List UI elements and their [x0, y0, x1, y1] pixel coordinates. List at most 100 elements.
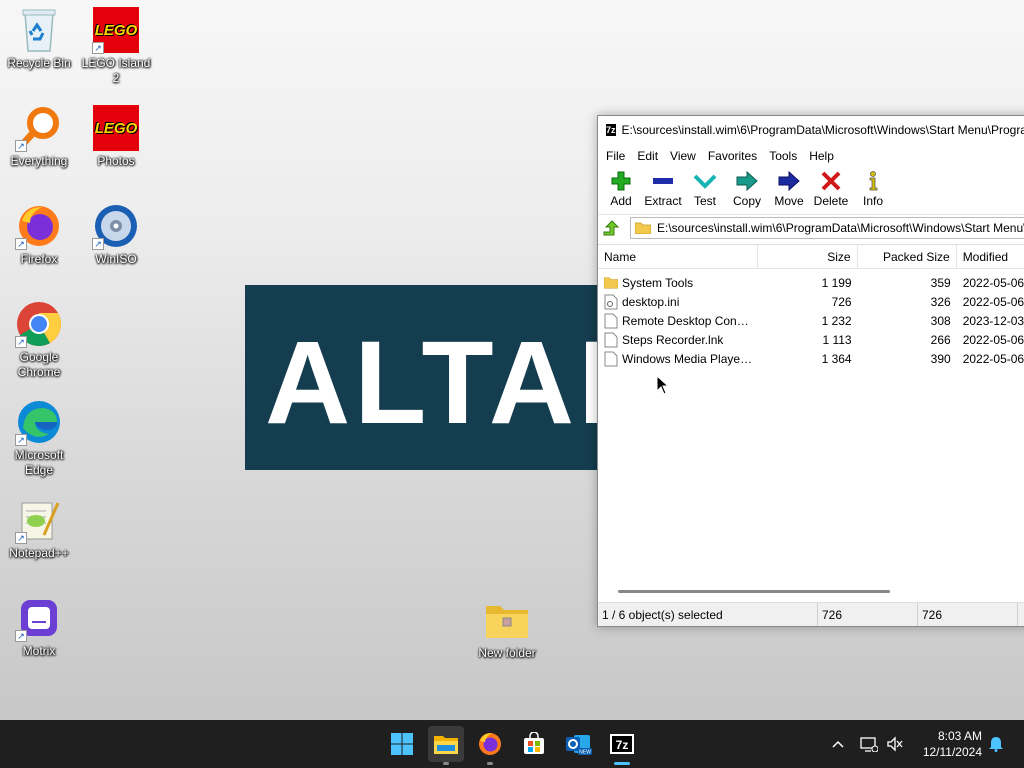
mouse-cursor-icon — [656, 375, 670, 395]
ini-file-icon — [604, 294, 618, 309]
shortcut-arrow-icon: ↗ — [92, 42, 104, 54]
desktop-icon-label: Everything — [10, 154, 68, 168]
folder-up-icon[interactable] — [602, 219, 620, 237]
desktop-icon-label: WinISO — [95, 252, 137, 266]
desktop-icon-firefox[interactable]: ↗ Firefox — [0, 202, 78, 267]
system-clock[interactable]: 8:03 AM 12/11/2024 — [912, 728, 982, 760]
taskbar-firefox[interactable] — [472, 726, 508, 765]
taskbar-outlook[interactable]: NEW — [560, 726, 596, 762]
file-name: Remote Desktop Conne... — [622, 313, 753, 328]
taskbar: NEW 7z 8:03 AM 12/11/2024 — [0, 720, 1024, 768]
desktop-icon-notepadpp[interactable]: ↗ Notepad++ — [0, 496, 78, 561]
desktop-icon-new-folder[interactable]: New folder — [468, 596, 546, 661]
status-bar: 1 / 6 object(s) selected 726 726 — [598, 602, 1024, 626]
desktop-icon-photos[interactable]: LEGO Photos — [77, 104, 155, 169]
info-label: Info — [862, 194, 883, 208]
menu-favorites[interactable]: Favorites — [702, 149, 763, 163]
file-name: desktop.ini — [622, 294, 680, 309]
running-indicator — [487, 762, 493, 765]
delete-icon — [821, 171, 841, 191]
show-hidden-icons-button[interactable] — [828, 720, 848, 768]
taskbar-7zip[interactable]: 7z — [604, 726, 640, 765]
menu-help[interactable]: Help — [803, 149, 840, 163]
desktop-icon-winiso[interactable]: ↗ WinISO — [77, 202, 155, 267]
menu-edit[interactable]: Edit — [631, 149, 664, 163]
desktop-icon-recycle-bin[interactable]: Recycle Bin — [0, 6, 78, 71]
wallpaper-banner: ALTAI — [245, 285, 605, 470]
folder-icon — [635, 222, 651, 234]
test-label: Test — [693, 194, 716, 208]
lego-icon: LEGO ↗ — [92, 6, 140, 54]
clock-time: 8:03 AM — [937, 729, 982, 743]
notification-button[interactable] — [986, 720, 1006, 768]
lego-icon: LEGO — [92, 104, 140, 152]
file-explorer-icon — [434, 736, 458, 754]
firefox-icon — [479, 733, 501, 755]
move-label: Move — [774, 194, 804, 208]
move-button[interactable]: Move — [768, 168, 810, 208]
extract-button[interactable]: Extract — [642, 168, 684, 208]
taskbar-file-explorer[interactable] — [428, 726, 464, 765]
desktop-icon-everything[interactable]: ↗ Everything — [0, 104, 78, 169]
move-icon — [778, 170, 800, 192]
network-icon — [860, 737, 878, 752]
delete-button[interactable]: Delete — [810, 168, 852, 208]
desktop-icon-google-chrome[interactable]: ↗ Google Chrome — [0, 300, 78, 380]
desktop-icon-label: New folder — [478, 646, 536, 660]
copy-label: Copy — [732, 194, 761, 208]
shortcut-arrow-icon: ↗ — [15, 238, 27, 250]
desktop-icon-lego-island-2[interactable]: LEGO ↗ LEGO Island 2 — [77, 6, 155, 86]
file-packed-size: 359 — [930, 275, 951, 290]
address-text: E:\sources\install.wim\6\ProgramData\Mic… — [657, 220, 1024, 235]
7zip-icon-text: 7z — [616, 738, 629, 752]
horizontal-scrollbar[interactable] — [618, 590, 890, 593]
file-list[interactable]: Name Size Packed Size Modified System To… — [598, 244, 1024, 598]
file-icon — [604, 351, 618, 366]
network-tray-button[interactable] — [858, 720, 880, 768]
status-selection: 1 / 6 object(s) selected — [598, 603, 818, 626]
list-item[interactable]: desktop.ini 726 326 2022-05-06 — [598, 292, 1024, 311]
copy-button[interactable]: Copy — [726, 168, 768, 208]
list-item[interactable]: Steps Recorder.lnk 1 113 266 2022-05-06 — [598, 330, 1024, 349]
desktop-icon-label: Recycle Bin — [7, 56, 71, 70]
add-label: Add — [610, 194, 632, 208]
shortcut-arrow-icon: ↗ — [15, 336, 27, 348]
column-header-packed-size[interactable]: Packed Size — [858, 245, 957, 268]
menu-tools[interactable]: Tools — [763, 149, 803, 163]
7zip-file-manager-window[interactable]: 7z E:\sources\install.wim\6\ProgramData\… — [597, 115, 1024, 627]
winiso-icon: ↗ — [92, 202, 140, 250]
extract-icon — [653, 178, 673, 184]
volume-tray-button[interactable] — [884, 720, 906, 768]
info-button[interactable]: Info — [852, 168, 894, 208]
clock-date: 12/11/2024 — [922, 745, 982, 759]
shortcut-arrow-icon: ↗ — [15, 140, 27, 152]
edge-icon: ↗ — [15, 398, 63, 446]
menu-file[interactable]: File — [600, 149, 631, 163]
toolbar: Add Extract Test Copy Move Delete Info — [598, 168, 1024, 214]
address-input[interactable]: E:\sources\install.wim\6\ProgramData\Mic… — [630, 216, 1024, 239]
list-item[interactable]: Windows Media Player ... 1 364 390 2022-… — [598, 349, 1024, 368]
start-button[interactable] — [384, 726, 420, 762]
add-button[interactable]: Add — [600, 168, 642, 208]
menu-view[interactable]: View — [664, 149, 702, 163]
add-icon — [611, 171, 631, 191]
notepadpp-icon: ↗ — [15, 496, 63, 544]
list-item[interactable]: System Tools 1 199 359 2022-05-06 — [598, 273, 1024, 292]
column-header-name[interactable]: Name — [598, 245, 759, 268]
desktop-icon-motrix[interactable]: ↗ Motrix — [0, 594, 78, 659]
column-header-size[interactable]: Size — [758, 245, 858, 268]
menu-bar: File Edit View Favorites Tools Help — [598, 144, 1024, 168]
desktop-icon-microsoft-edge[interactable]: ↗ Microsoft Edge — [0, 398, 78, 478]
window-titlebar[interactable]: 7z E:\sources\install.wim\6\ProgramData\… — [598, 116, 1024, 144]
folder-icon — [604, 276, 618, 289]
list-item[interactable]: Remote Desktop Conne... 1 232 308 2023-1… — [598, 311, 1024, 330]
bell-icon — [989, 737, 1003, 752]
window-title: E:\sources\install.wim\6\ProgramData\Mic… — [621, 123, 1024, 137]
column-header-modified[interactable]: Modified — [957, 245, 1024, 268]
file-modified: 2022-05-06 — [962, 294, 1024, 309]
store-new-badge: NEW — [579, 750, 591, 756]
test-button[interactable]: Test — [684, 168, 726, 208]
taskbar-microsoft-store[interactable] — [516, 726, 552, 762]
file-name: Steps Recorder.lnk — [622, 332, 724, 347]
delete-label: Delete — [813, 194, 849, 208]
